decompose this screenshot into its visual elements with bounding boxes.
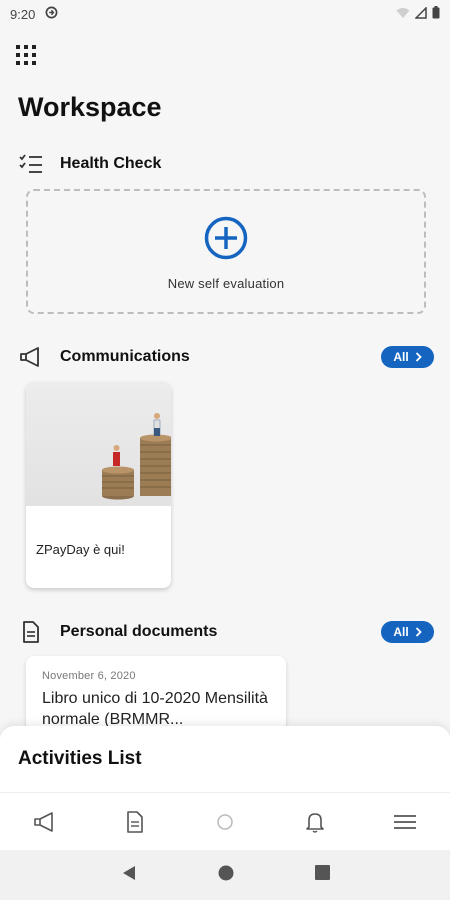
android-nav-bar xyxy=(0,850,450,900)
status-time: 9:20 xyxy=(10,6,36,22)
checklist-icon xyxy=(18,151,44,177)
all-label: All xyxy=(393,350,409,364)
all-label: All xyxy=(393,625,409,639)
coin-stacks-image xyxy=(26,382,171,506)
communications-header: Communications All xyxy=(18,342,434,372)
battery-icon xyxy=(432,6,440,22)
personal-documents-all-button[interactable]: All xyxy=(381,621,434,643)
nav-menu-icon[interactable] xyxy=(385,802,425,842)
home-icon[interactable] xyxy=(218,865,234,886)
recents-icon[interactable] xyxy=(314,865,330,885)
communications-all-button[interactable]: All xyxy=(381,346,434,368)
nav-document-icon[interactable] xyxy=(115,802,155,842)
nav-bell-icon[interactable] xyxy=(295,802,335,842)
health-check-header: Health Check xyxy=(18,149,434,179)
nav-megaphone-icon[interactable] xyxy=(25,802,65,842)
back-icon[interactable] xyxy=(121,865,137,886)
new-self-evaluation-button[interactable]: New self evaluation xyxy=(26,189,426,314)
section-title-personal-documents: Personal documents xyxy=(60,623,218,640)
add-circle-icon xyxy=(204,216,248,260)
section-title-communications: Communications xyxy=(60,348,190,365)
personal-documents-header: Personal documents All xyxy=(18,617,434,647)
activities-title: Activities List xyxy=(18,748,142,769)
new-self-evaluation-label: New self evaluation xyxy=(167,276,285,291)
apps-grid-icon[interactable] xyxy=(16,45,36,65)
status-bar: 9:20 xyxy=(0,0,450,28)
communication-card[interactable]: ZPayDay è qui! xyxy=(26,382,171,588)
nav-circle-icon[interactable] xyxy=(205,802,245,842)
notification-icon xyxy=(45,6,58,22)
section-title-health-check: Health Check xyxy=(60,155,162,172)
signal-icon xyxy=(414,5,427,22)
chevron-right-icon xyxy=(415,352,422,362)
chevron-right-icon xyxy=(415,627,422,637)
page-title: Workspace xyxy=(18,92,162,122)
document-date: November 6, 2020 xyxy=(42,670,136,682)
document-title: Libro unico di 10-2020 Mensilità normale… xyxy=(42,690,268,728)
megaphone-icon xyxy=(18,344,44,370)
bottom-nav xyxy=(0,792,450,850)
document-icon xyxy=(18,619,44,645)
communication-card-title: ZPayDay è qui! xyxy=(36,542,125,557)
wifi-icon xyxy=(396,7,410,22)
activities-sheet[interactable]: Activities List xyxy=(0,726,450,796)
